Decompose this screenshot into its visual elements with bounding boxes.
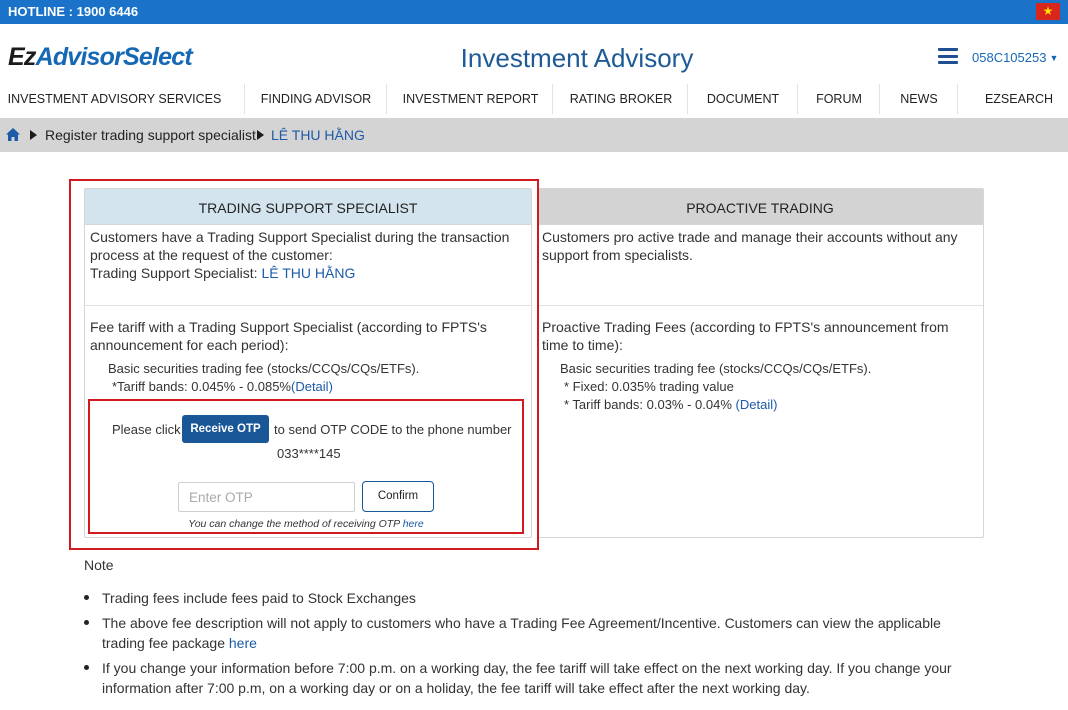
card-description: Customers pro active trade and manage th… (542, 229, 958, 263)
chevron-right-icon (30, 130, 37, 140)
nav-ezsearch[interactable]: EZSEARCH (976, 84, 1062, 114)
caret-down-icon: ▼ (1049, 53, 1059, 63)
vietnam-flag-icon[interactable]: ★ (1036, 3, 1060, 20)
nav-investment-advisory-services[interactable]: INVESTMENT ADVISORY SERVICES (0, 84, 229, 114)
card-divider (537, 305, 983, 306)
fee-tariff-section: Proactive Trading Fees (according to FPT… (542, 319, 949, 412)
hotline-bar: HOTLINE : 1900 6446 ★ (0, 0, 1068, 24)
nav-investment-report[interactable]: INVESTMENT REPORT (392, 84, 549, 114)
nav-forum[interactable]: FORUM (804, 84, 874, 114)
home-icon[interactable] (6, 128, 20, 141)
list-item: Trading fees include fees paid to Stock … (84, 588, 984, 608)
note-list: Trading fees include fees paid to Stock … (84, 588, 984, 703)
nav-document[interactable]: DOCUMENT (694, 84, 792, 114)
chevron-right-icon (257, 130, 264, 140)
fee-package-link[interactable]: here (229, 635, 257, 651)
hotline-text: HOTLINE : 1900 6446 (8, 4, 139, 19)
list-item: The above fee description will not apply… (84, 613, 984, 653)
breadcrumb-step-specialist[interactable]: LÊ THU HẰNG (271, 127, 365, 143)
change-method-link[interactable]: here (403, 518, 424, 530)
otp-method-note: You can change the method of receiving O… (188, 518, 424, 530)
nav-rating-broker[interactable]: RATING BROKER (558, 84, 684, 114)
site-header: EzAdvisorSelect Investment Advisory 058C… (0, 24, 1068, 84)
nav-news[interactable]: NEWS (886, 84, 952, 114)
main-nav: INVESTMENT ADVISORY SERVICES FINDING ADV… (0, 84, 1068, 118)
note-heading: Note (84, 557, 114, 573)
proactive-trading-card[interactable]: PROACTIVE TRADING Customers pro active t… (537, 188, 984, 538)
detail-link[interactable]: (Detail) (736, 397, 778, 412)
list-item: If you change your information before 7:… (84, 658, 984, 698)
page-title: Investment Advisory (460, 43, 694, 73)
confirm-button[interactable]: Confirm (362, 481, 434, 512)
account-dropdown[interactable]: 058C105253 ▼ (972, 50, 1058, 65)
account-number: 058C105253 (972, 50, 1047, 65)
receive-otp-button[interactable]: Receive OTP (182, 415, 269, 443)
hamburger-menu-icon[interactable] (938, 48, 958, 64)
breadcrumb-step-register[interactable]: Register trading support specialist (45, 127, 256, 143)
nav-finding-advisor[interactable]: FINDING ADVISOR (250, 84, 382, 114)
breadcrumb: Register trading support specialist LÊ T… (0, 118, 1068, 152)
masked-phone-number: 033****145 (277, 446, 341, 461)
card-title: PROACTIVE TRADING (537, 189, 983, 225)
otp-instruction-before: Please click (112, 422, 181, 437)
otp-input[interactable] (178, 482, 355, 512)
otp-panel: Please click Receive OTP to send OTP COD… (88, 399, 524, 534)
otp-instruction-after: to send OTP CODE to the phone number (274, 422, 512, 437)
